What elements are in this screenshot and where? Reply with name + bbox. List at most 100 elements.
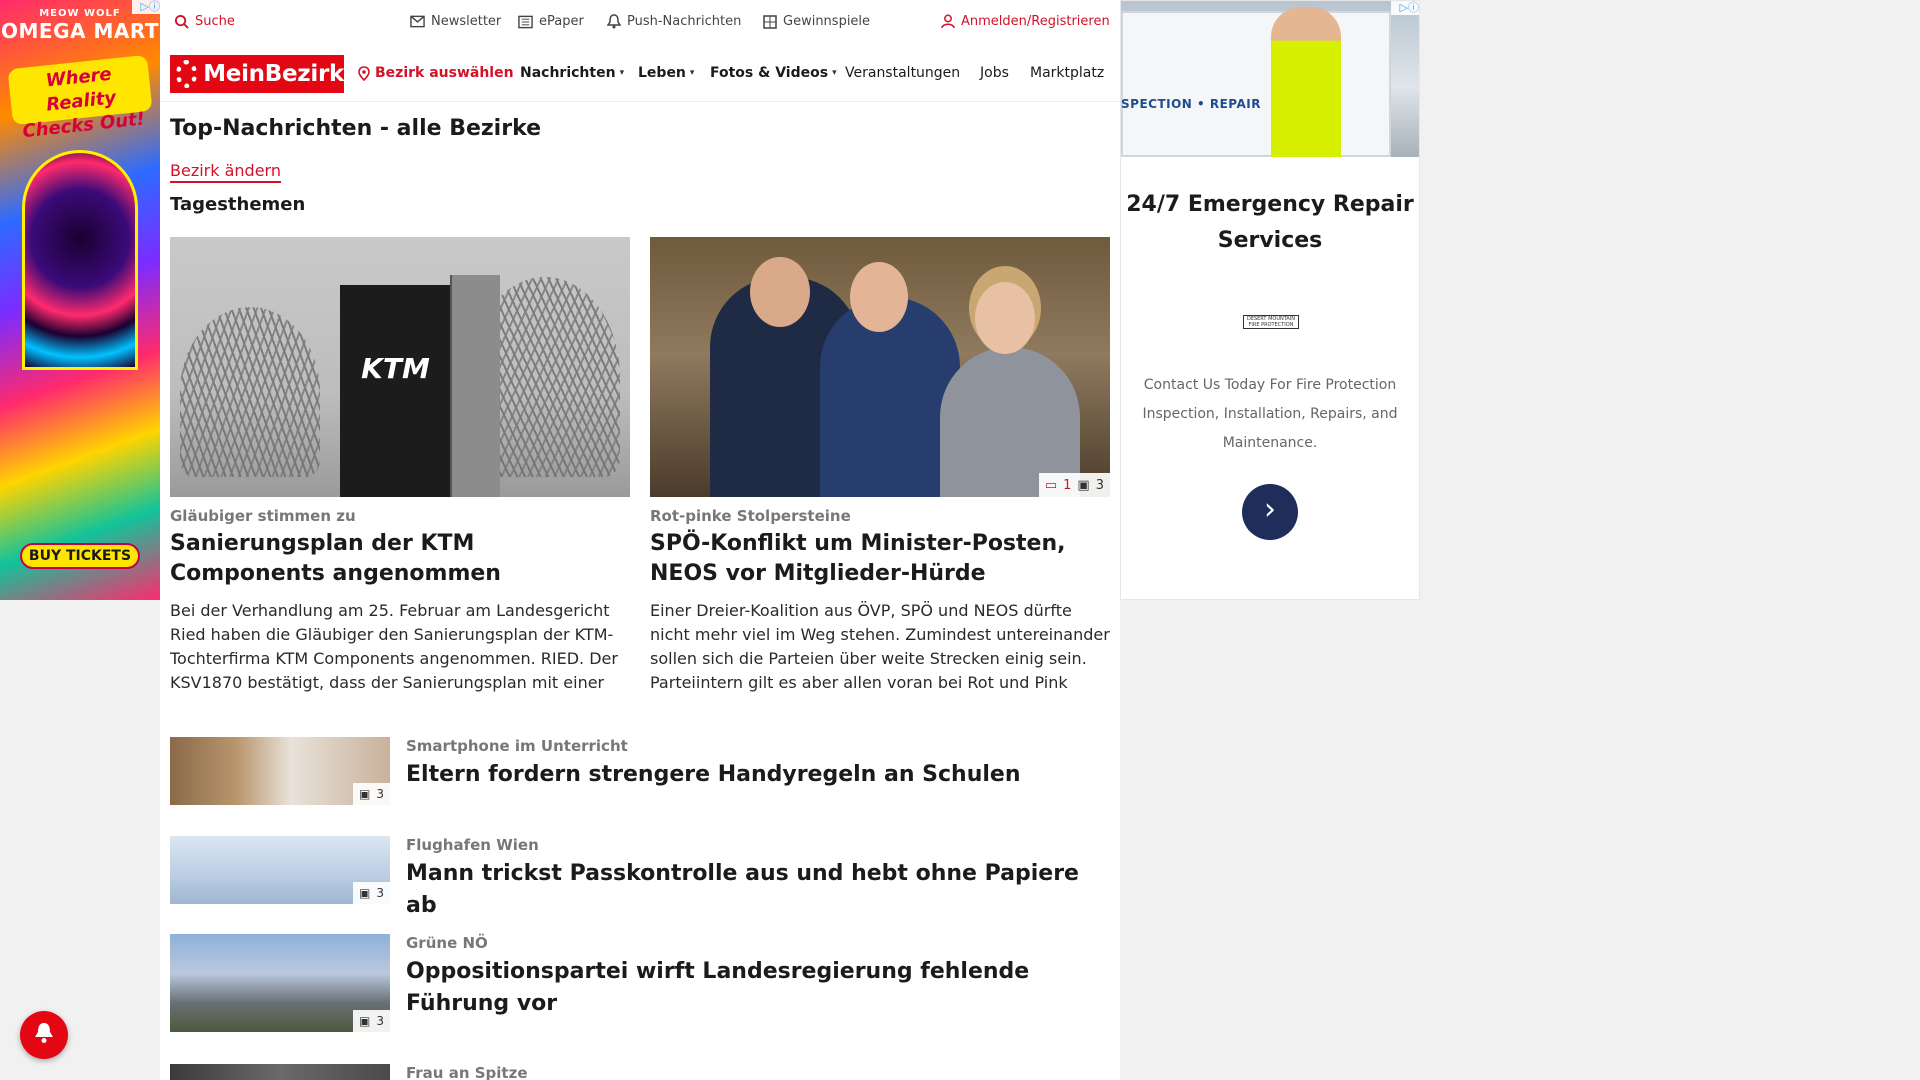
photo-icon: ▣ <box>1077 477 1090 493</box>
list-item[interactable]: ▣ 3 Flughafen Wien Mann trickst Passkont… <box>170 836 1110 918</box>
van-text: SPECTION • REPAIR <box>1121 97 1261 111</box>
building-shape <box>450 275 500 497</box>
epaper-link[interactable]: ePaper <box>518 14 584 29</box>
nav-item-jobs[interactable]: Jobs <box>980 65 1009 81</box>
right-display-ad[interactable]: SPECTION • REPAIR ▷ⓘ 24/7 Emergency Repa… <box>1120 0 1420 600</box>
article-thumbnail[interactable]: ▣ 3 <box>170 934 390 1032</box>
article-headline[interactable]: Eltern fordern strengere Handyregeln an … <box>406 759 1086 791</box>
article-kicker: Grüne NÖ <box>406 934 488 952</box>
nav-label: Veranstaltungen <box>845 65 961 81</box>
nav-item-veranstaltungen[interactable]: Veranstaltungen <box>845 65 960 81</box>
push-notifications-link[interactable]: Push-Nachrichten <box>606 14 741 29</box>
nav-label: Fotos & Videos <box>710 65 829 81</box>
ad-body-text: Contact Us Today For Fire Protection Ins… <box>1142 377 1398 451</box>
article-image[interactable]: ▭ 1 ▣ 3 <box>650 237 1110 497</box>
page-title: Top-Nachrichten - alle Bezirke <box>170 116 542 141</box>
logo-sun-icon <box>176 60 198 88</box>
change-district-link[interactable]: Bezirk ändern <box>170 161 281 183</box>
top-utility-bar: Suche Newsletter ePaper Push-Nachrichten… <box>160 0 1120 46</box>
contests-label: Gewinnspiele <box>783 14 871 29</box>
article-kicker: Smartphone im Unterricht <box>406 737 628 755</box>
nav-item-marktplatz[interactable]: Marktplatz <box>1030 65 1112 81</box>
search-label: Suche <box>195 14 235 29</box>
article-image[interactable]: KTM <box>170 237 630 497</box>
photo-count: 3 <box>376 886 384 900</box>
article-thumbnail[interactable]: ▣ 3 <box>170 737 390 805</box>
gift-icon <box>762 14 777 29</box>
ad-brand: MEOW WOLF OMEGA MART <box>0 8 160 43</box>
chevron-down-icon: ▾ <box>689 68 695 78</box>
comment-icon: ▭ <box>1044 477 1058 493</box>
media-badge: ▭ 1 ▣ 3 <box>1038 473 1110 497</box>
ktm-logo-text: KTM <box>361 352 430 385</box>
list-item[interactable]: ▣ 3 Grüne NÖ Oppositionspartei wirft Lan… <box>170 934 1110 1032</box>
mail-icon <box>410 14 425 29</box>
user-icon <box>940 14 955 29</box>
newspaper-icon <box>518 14 533 29</box>
search-link[interactable]: Suche <box>174 14 235 29</box>
contests-link[interactable]: Gewinnspiele <box>762 14 870 29</box>
chevron-down-icon: ▾ <box>619 68 625 78</box>
section-title: Tagesthemen <box>170 194 306 215</box>
list-item[interactable]: Frau an Spitze <box>170 1064 1110 1080</box>
push-label: Push-Nachrichten <box>627 14 742 29</box>
newsletter-link[interactable]: Newsletter <box>410 14 501 29</box>
featured-article-card[interactable]: KTM Gläubiger stimmen zu Sanierungsplan … <box>170 237 630 695</box>
ad-tunnel-image <box>22 150 138 370</box>
article-teaser: Einer Dreier-Koalition aus ÖVP, SPÖ und … <box>650 601 1110 692</box>
search-icon <box>174 14 189 29</box>
list-item[interactable]: ▣ 3 Smartphone im Unterricht Eltern ford… <box>170 737 1110 807</box>
nav-item-nachrichten[interactable]: Nachrichten ▾ <box>520 65 624 81</box>
nav-label: Nachrichten <box>520 65 616 81</box>
buy-tickets-button[interactable]: BUY TICKETS <box>20 543 140 569</box>
photo-icon: ▣ <box>359 886 371 900</box>
location-pin-icon <box>356 65 371 81</box>
tree-shape <box>180 307 320 477</box>
logo-text: MeinBezirk <box>203 61 344 87</box>
login-label: Anmelden/Registrieren <box>961 14 1110 29</box>
ad-brand-big: OMEGA MART <box>1 19 159 43</box>
article-headline[interactable]: SPÖ-Konflikt um Minister-Posten, NEOS vo… <box>650 529 1110 589</box>
nav-item-leben[interactable]: Leben ▾ <box>638 65 694 81</box>
epaper-label: ePaper <box>539 14 584 29</box>
person-head-shape <box>750 257 810 327</box>
ad-next-button[interactable]: › <box>1242 484 1298 540</box>
article-headline[interactable]: Mann trickst Passkontrolle aus und hebt … <box>406 858 1086 922</box>
comment-count: 1 <box>1063 477 1072 493</box>
left-skyscraper-ad[interactable]: ▷ⓘ MEOW WOLF OMEGA MART Where Reality Ch… <box>0 0 160 600</box>
ad-brand-small: MEOW WOLF <box>39 8 121 19</box>
bell-icon <box>33 1021 55 1049</box>
select-district-label: Bezirk auswählen <box>375 65 514 81</box>
photo-icon: ▣ <box>359 1014 371 1028</box>
select-district-button[interactable]: Bezirk auswählen <box>356 65 514 81</box>
ad-headline[interactable]: 24/7 Emergency Repair Services <box>1121 187 1419 259</box>
article-thumbnail[interactable]: ▣ 3 <box>170 836 390 904</box>
main-column: Suche Newsletter ePaper Push-Nachrichten… <box>160 0 1120 1080</box>
media-badge: ▣ 3 <box>353 882 390 904</box>
building-shape <box>340 285 450 497</box>
nav-label: Jobs <box>980 65 1009 81</box>
bell-icon <box>606 14 621 29</box>
photo-count: 3 <box>376 787 384 801</box>
article-headline[interactable]: Sanierungsplan der KTM Components angeno… <box>170 529 630 589</box>
login-link[interactable]: Anmelden/Registrieren <box>940 14 1110 29</box>
article-kicker: Flughafen Wien <box>406 836 539 854</box>
article-teaser: Bei der Verhandlung am 25. Februar am La… <box>170 601 618 692</box>
article-thumbnail[interactable] <box>170 1064 390 1080</box>
nav-label: Leben <box>638 65 686 81</box>
notifications-bell-button[interactable] <box>20 1011 68 1059</box>
meinbezirk-logo[interactable]: MeinBezirk <box>170 55 344 93</box>
photo-count: 3 <box>1095 477 1104 493</box>
media-badge: ▣ 3 <box>353 783 390 805</box>
chevron-down-icon: ▾ <box>832 68 837 78</box>
photo-icon: ▣ <box>359 787 371 801</box>
media-badge: ▣ 3 <box>353 1010 390 1032</box>
ad-tagline: Where Reality Checks Out! <box>7 54 153 142</box>
ad-choices-icon[interactable]: ▷ⓘ <box>1391 1 1419 15</box>
featured-article-card[interactable]: ▭ 1 ▣ 3 Rot-pinke Stolpersteine SPÖ-Konf… <box>650 237 1110 695</box>
article-kicker: Gläubiger stimmen zu <box>170 507 356 525</box>
nav-item-fotos-videos[interactable]: Fotos & Videos ▾ <box>710 65 837 81</box>
ad-photo: SPECTION • REPAIR <box>1121 1 1419 157</box>
person-head-shape <box>850 262 908 332</box>
article-headline[interactable]: Oppositionspartei wirft Landesregierung … <box>406 956 1086 1020</box>
